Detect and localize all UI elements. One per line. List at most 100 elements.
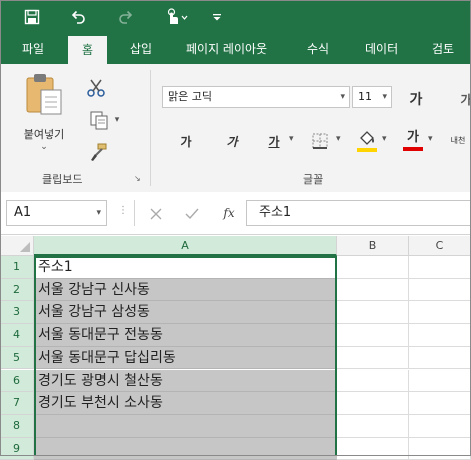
select-all-button[interactable] bbox=[0, 236, 34, 256]
format-painter-icon bbox=[91, 143, 107, 161]
row-header[interactable]: 1 bbox=[0, 256, 34, 279]
row-header[interactable]: 5 bbox=[0, 346, 34, 370]
cell-b[interactable] bbox=[337, 392, 409, 415]
title-bar bbox=[0, 0, 471, 34]
cell-c[interactable] bbox=[409, 369, 471, 393]
font-group-label: 글꼴 bbox=[303, 173, 324, 186]
shrink-font-button[interactable]: 가 bbox=[454, 88, 471, 110]
cell-b[interactable] bbox=[337, 414, 409, 438]
formula-bar-grip-icon[interactable]: ⋮ bbox=[118, 205, 128, 216]
cell-c[interactable] bbox=[409, 256, 471, 279]
font-color-dropdown-icon[interactable]: ▾ bbox=[428, 134, 433, 144]
save-icon[interactable] bbox=[20, 6, 44, 28]
cell-a[interactable]: 경기도 부천시 소사동 bbox=[34, 392, 337, 415]
phonetic-button[interactable]: 내천 bbox=[446, 128, 470, 152]
cell-b[interactable] bbox=[337, 346, 409, 370]
cell-c[interactable] bbox=[409, 437, 471, 460]
underline-button[interactable]: 가 bbox=[262, 130, 286, 152]
cell-b[interactable] bbox=[337, 437, 409, 460]
tab-review[interactable]: 검토 bbox=[430, 34, 456, 64]
confirm-entry-icon[interactable] bbox=[182, 204, 202, 224]
font-size-combo[interactable]: 11 ▾ bbox=[352, 86, 392, 108]
row-header[interactable]: 8 bbox=[0, 414, 34, 438]
row-header[interactable]: 9 bbox=[0, 437, 34, 460]
cell-b[interactable] bbox=[337, 256, 409, 279]
tab-file[interactable]: 파일 bbox=[20, 34, 46, 64]
scissors-icon bbox=[87, 79, 105, 97]
tab-insert[interactable]: 삽입 bbox=[128, 34, 154, 64]
worksheet-grid: A B C 1 주소1 2 서울 강남구 신사동 3 서울 강남구 삼성동 4 서울 동대문구… bbox=[0, 236, 471, 460]
column-header-c[interactable]: C bbox=[409, 236, 471, 256]
paste-icon bbox=[26, 74, 62, 115]
undo-icon[interactable] bbox=[66, 6, 90, 28]
ribbon-tabs: 파일 홈 삽입 페이지 레이아웃 수식 데이터 검토 bbox=[0, 34, 471, 64]
tab-data[interactable]: 데이터 bbox=[363, 34, 400, 64]
tab-home[interactable]: 홈 bbox=[68, 36, 108, 64]
font-name-combo[interactable]: 맑은 고딕 ▾ bbox=[162, 86, 350, 108]
paste-button[interactable]: 붙여넣기 ⌄ bbox=[16, 72, 72, 152]
border-dropdown-icon[interactable]: ▾ bbox=[336, 134, 341, 144]
tab-formulas[interactable]: 수식 bbox=[305, 34, 331, 64]
cell-b[interactable] bbox=[337, 324, 409, 347]
font-color-button[interactable]: 가 bbox=[401, 126, 425, 154]
cell-a[interactable]: 서울 동대문구 전농동 bbox=[34, 324, 337, 347]
cell-c[interactable] bbox=[409, 346, 471, 370]
copy-icon bbox=[90, 111, 108, 130]
redo-icon[interactable] bbox=[114, 6, 138, 28]
formula-input[interactable]: 주소1 bbox=[246, 200, 471, 226]
bold-button[interactable]: 가 bbox=[174, 130, 198, 152]
cell-c[interactable] bbox=[409, 392, 471, 415]
chevron-down-icon[interactable]: ▾ bbox=[96, 201, 101, 225]
copy-dropdown-icon[interactable]: ▾ bbox=[115, 115, 120, 125]
touch-mode-icon[interactable] bbox=[160, 6, 190, 28]
group-separator bbox=[150, 70, 151, 186]
cell-c[interactable] bbox=[409, 324, 471, 347]
ribbon: 붙여넣기 ⌄ ▾ 클립보드 ↘ 맑은 고딕 ▾ 11 ▾ 가 가 가 가 가 ▾… bbox=[0, 64, 471, 193]
column-header-a[interactable]: A bbox=[34, 236, 337, 256]
insert-function-button[interactable]: fx bbox=[218, 203, 240, 223]
cell-b[interactable] bbox=[337, 369, 409, 393]
customize-qat-icon[interactable] bbox=[205, 6, 229, 28]
cell-c[interactable] bbox=[409, 301, 471, 325]
row-header[interactable]: 3 bbox=[0, 301, 34, 325]
row-header[interactable]: 7 bbox=[0, 392, 34, 415]
cut-button[interactable] bbox=[84, 76, 108, 100]
name-box-value: A1 bbox=[14, 205, 32, 220]
row-header[interactable]: 6 bbox=[0, 369, 34, 393]
tab-page-layout[interactable]: 페이지 레이아웃 bbox=[184, 34, 269, 64]
cell-b[interactable] bbox=[337, 278, 409, 302]
copy-button[interactable]: ▾ bbox=[82, 108, 126, 132]
cell-a[interactable] bbox=[34, 437, 337, 460]
paste-label: 붙여넣기 bbox=[23, 128, 65, 141]
cell-a[interactable] bbox=[34, 414, 337, 438]
column-header-b[interactable]: B bbox=[337, 236, 409, 256]
row-header[interactable]: 4 bbox=[0, 324, 34, 347]
cell-c[interactable] bbox=[409, 278, 471, 302]
cell-c[interactable] bbox=[409, 414, 471, 438]
fill-color-button[interactable] bbox=[354, 126, 380, 154]
format-painter-button[interactable] bbox=[86, 140, 110, 164]
border-button[interactable] bbox=[308, 129, 332, 153]
active-cell-a1[interactable]: 주소1 bbox=[34, 256, 337, 279]
font-name-value: 맑은 고딕 bbox=[168, 90, 212, 103]
cell-a[interactable]: 서울 동대문구 답십리동 bbox=[34, 346, 337, 370]
name-box[interactable]: A1 ▾ bbox=[6, 200, 107, 226]
formula-bar: A1 ▾ ⋮ fx 주소1 bbox=[0, 192, 471, 235]
fill-dropdown-icon[interactable]: ▾ bbox=[382, 134, 387, 144]
paint-bucket-icon bbox=[360, 130, 374, 145]
chevron-down-icon: ▾ bbox=[382, 92, 387, 102]
fill-color-swatch bbox=[357, 147, 377, 152]
cancel-entry-icon[interactable] bbox=[146, 204, 166, 224]
clipboard-group-label: 클립보드 bbox=[42, 173, 83, 186]
font-color-label: 가 bbox=[407, 130, 419, 145]
cell-a[interactable]: 서울 강남구 신사동 bbox=[34, 278, 337, 302]
cell-b[interactable] bbox=[337, 301, 409, 325]
phonetic-label: 내천 bbox=[450, 135, 466, 145]
italic-button[interactable]: 가 bbox=[220, 130, 244, 152]
cell-a[interactable]: 경기도 광명시 철산동 bbox=[34, 369, 337, 393]
grow-font-button[interactable]: 가 bbox=[404, 88, 428, 110]
cell-a[interactable]: 서울 강남구 삼성동 bbox=[34, 301, 337, 325]
row-header[interactable]: 2 bbox=[0, 278, 34, 302]
underline-dropdown-icon[interactable]: ▾ bbox=[289, 134, 294, 144]
dialog-launcher-icon[interactable]: ↘ bbox=[134, 174, 141, 183]
